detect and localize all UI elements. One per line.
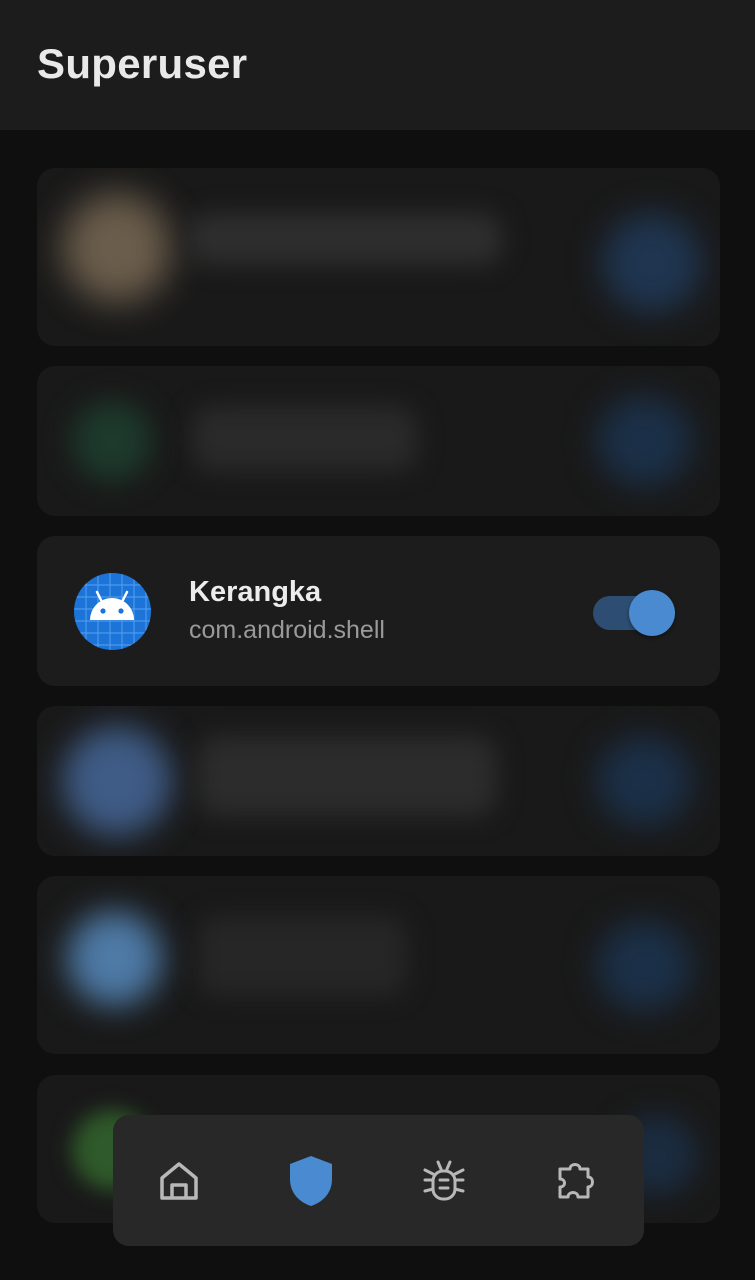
toggle-switch[interactable]	[597, 921, 692, 1011]
app-name-placeholder	[197, 916, 407, 996]
app-icon	[72, 401, 152, 481]
app-icon	[62, 726, 172, 836]
list-item[interactable]	[37, 706, 720, 856]
app-name-placeholder	[192, 406, 417, 471]
app-icon	[67, 911, 162, 1006]
toggle-thumb	[629, 590, 675, 636]
list-item[interactable]	[37, 168, 720, 346]
nav-modules-button[interactable]	[543, 1148, 609, 1214]
toggle-switch[interactable]	[597, 736, 692, 826]
bottom-navigation	[113, 1115, 644, 1246]
home-icon	[160, 1162, 198, 1200]
app-bar: Superuser	[0, 0, 755, 130]
app-name: Kerangka	[189, 576, 322, 608]
app-icon	[62, 193, 172, 303]
app-name-placeholder	[197, 736, 497, 816]
list-item[interactable]	[37, 876, 720, 1054]
puzzle-icon	[558, 1163, 594, 1199]
list-item[interactable]: Kerangka com.android.shell	[37, 536, 720, 686]
toggle-switch[interactable]	[597, 396, 692, 486]
app-name-placeholder	[187, 213, 502, 265]
superuser-screen: Kerangka com.android.shell Superuser	[0, 0, 755, 1280]
shield-icon	[290, 1156, 332, 1206]
app-package-name: com.android.shell	[189, 616, 385, 644]
bug-icon	[423, 1160, 465, 1201]
list-item[interactable]	[37, 366, 720, 516]
nav-logs-button[interactable]	[411, 1148, 477, 1214]
android-icon	[74, 573, 151, 650]
nav-home-button[interactable]	[146, 1148, 212, 1214]
nav-superuser-button[interactable]	[278, 1148, 344, 1214]
toggle-switch[interactable]	[602, 213, 702, 313]
root-access-toggle[interactable]	[593, 590, 675, 636]
superuser-list: Kerangka com.android.shell	[0, 0, 755, 1280]
page-title: Superuser	[37, 40, 248, 87]
